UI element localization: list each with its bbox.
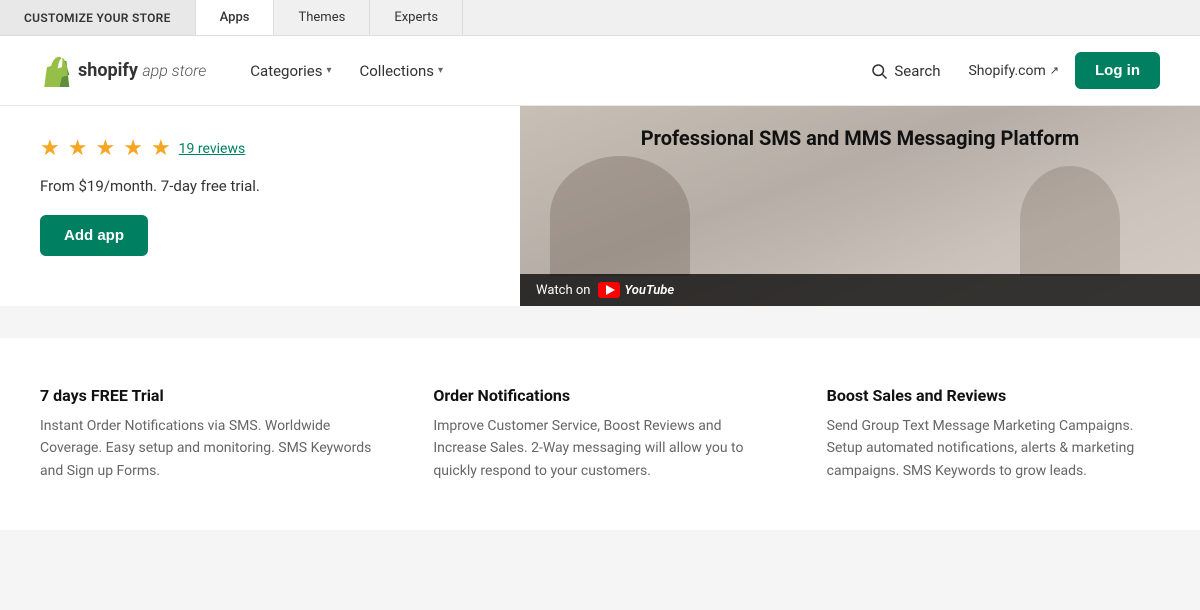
collections-nav-link[interactable]: Collections ▾ — [347, 54, 455, 88]
top-nav-apps-label: Apps — [220, 10, 250, 25]
top-nav-experts[interactable]: Experts — [370, 0, 463, 35]
section-divider — [0, 306, 1200, 338]
feature-desc-2: Send Group Text Message Marketing Campai… — [827, 415, 1160, 482]
top-nav-apps[interactable]: Apps — [196, 0, 275, 35]
star-2: ★ — [68, 136, 88, 161]
feature-item-0: 7 days FREE Trial Instant Order Notifica… — [40, 386, 373, 482]
search-icon — [870, 62, 888, 80]
top-nav-themes-label: Themes — [298, 10, 345, 25]
watch-on-bar[interactable]: Watch on YouTube — [520, 274, 1200, 306]
feature-title-0: 7 days FREE Trial — [40, 386, 373, 405]
header-nav: Categories ▾ Collections ▾ — [238, 54, 858, 88]
app-detail-left: ★ ★ ★ ★ ★ 19 reviews From $19/month. 7-d… — [0, 106, 520, 306]
youtube-icon — [598, 282, 620, 298]
youtube-label: YouTube — [624, 283, 674, 298]
shopify-logo-icon — [40, 55, 72, 87]
video-title: Professional SMS and MMS Messaging Platf… — [520, 126, 1200, 150]
logo[interactable]: shopify app store — [40, 55, 206, 87]
price-text: From $19/month. 7-day free trial. — [40, 177, 480, 195]
header: shopify app store Categories ▾ Collectio… — [0, 36, 1200, 106]
star-1: ★ — [40, 136, 60, 161]
shopify-com-link[interactable]: Shopify.com ↗ — [968, 63, 1059, 79]
feature-item-2: Boost Sales and Reviews Send Group Text … — [827, 386, 1160, 482]
feature-title-1: Order Notifications — [433, 386, 766, 405]
rating-section: ★ ★ ★ ★ ★ 19 reviews — [40, 136, 480, 161]
logo-text-group: shopify app store — [78, 60, 206, 81]
top-nav: CUSTOMIZE YOUR STORE Apps Themes Experts — [0, 0, 1200, 36]
top-nav-experts-label: Experts — [394, 10, 438, 25]
bottom-area — [0, 530, 1200, 610]
shopify-com-arrow-icon: ↗ — [1050, 64, 1059, 77]
search-label: Search — [894, 62, 940, 80]
collections-chevron-icon: ▾ — [438, 65, 443, 76]
youtube-play-icon — [606, 285, 615, 295]
feature-desc-1: Improve Customer Service, Boost Reviews … — [433, 415, 766, 482]
search-button[interactable]: Search — [858, 54, 952, 88]
top-nav-customize-label: CUSTOMIZE YOUR STORE — [24, 11, 171, 25]
features-section: 7 days FREE Trial Instant Order Notifica… — [0, 338, 1200, 530]
top-nav-customize[interactable]: CUSTOMIZE YOUR STORE — [0, 0, 196, 35]
watch-on-label: Watch on — [536, 283, 590, 298]
video-overlay: Professional SMS and MMS Messaging Platf… — [520, 106, 1200, 306]
star-3: ★ — [95, 136, 115, 161]
collections-label: Collections — [359, 62, 434, 80]
main-content: ★ ★ ★ ★ ★ 19 reviews From $19/month. 7-d… — [0, 106, 1200, 306]
star-4: ★ — [123, 136, 143, 161]
shopify-com-text: Shopify.com — [968, 63, 1045, 79]
feature-item-1: Order Notifications Improve Customer Ser… — [433, 386, 766, 482]
categories-chevron-icon: ▾ — [326, 65, 331, 76]
youtube-logo: YouTube — [598, 282, 674, 298]
header-right: Search Shopify.com ↗ Log in — [858, 52, 1160, 89]
add-app-button[interactable]: Add app — [40, 215, 148, 256]
reviews-link[interactable]: 19 reviews — [179, 141, 246, 157]
star-5: ★ — [151, 136, 171, 161]
feature-title-2: Boost Sales and Reviews — [827, 386, 1160, 405]
top-nav-themes[interactable]: Themes — [274, 0, 370, 35]
feature-desc-0: Instant Order Notifications via SMS. Wor… — [40, 415, 373, 482]
video-panel[interactable]: Professional SMS and MMS Messaging Platf… — [520, 106, 1200, 306]
login-button[interactable]: Log in — [1075, 52, 1160, 89]
categories-label: Categories — [250, 62, 322, 80]
categories-nav-link[interactable]: Categories ▾ — [238, 54, 343, 88]
